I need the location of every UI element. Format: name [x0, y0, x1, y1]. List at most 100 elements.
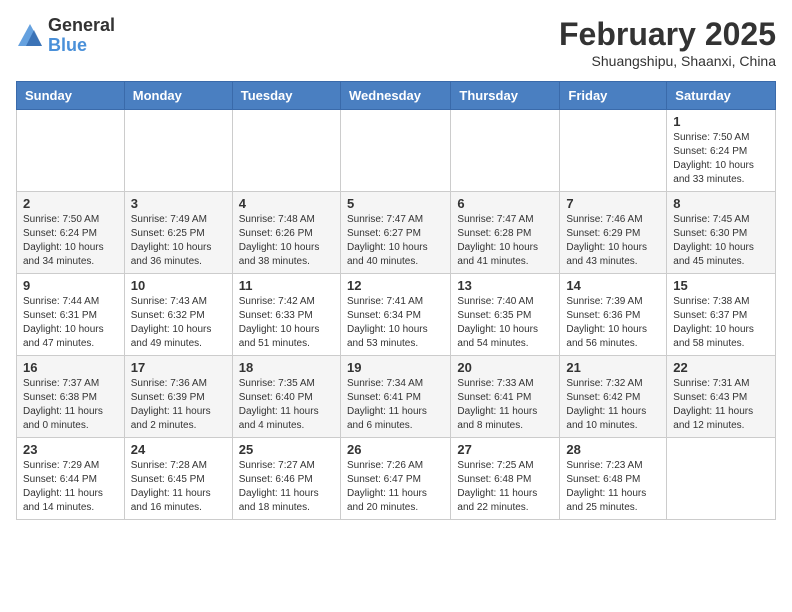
- day-info: Sunrise: 7:32 AMSunset: 6:42 PMDaylight:…: [566, 377, 660, 433]
- day-number: 4: [239, 196, 334, 211]
- day-number: 28: [566, 442, 660, 457]
- calendar-cell: [667, 438, 776, 520]
- day-number: 15: [673, 278, 769, 293]
- day-info: Sunrise: 7:39 AMSunset: 6:36 PMDaylight:…: [566, 295, 660, 351]
- calendar-cell: 24 Sunrise: 7:28 AMSunset: 6:45 PMDayligh…: [124, 438, 232, 520]
- weekday-header-row: SundayMondayTuesdayWednesdayThursdayFrid…: [17, 82, 776, 110]
- calendar-cell: 18 Sunrise: 7:35 AMSunset: 6:40 PMDayligh…: [232, 356, 340, 438]
- logo: General Blue: [16, 16, 115, 56]
- day-info: Sunrise: 7:37 AMSunset: 6:38 PMDaylight:…: [23, 377, 118, 433]
- calendar-cell: [124, 110, 232, 192]
- calendar-cell: 16Sunrise: 7:37 AMSunset: 6:38 PMDayligh…: [17, 356, 125, 438]
- calendar-cell: 26 Sunrise: 7:26 AMSunset: 6:47 PMDayligh…: [340, 438, 450, 520]
- day-number: 12: [347, 278, 444, 293]
- calendar-cell: 28 Sunrise: 7:23 AMSunset: 6:48 PMDayligh…: [560, 438, 667, 520]
- day-info: Sunrise: 7:44 AMSunset: 6:31 PMDaylight:…: [23, 295, 118, 351]
- day-number: 18: [239, 360, 334, 375]
- calendar-cell: 2Sunrise: 7:50 AMSunset: 6:24 PMDaylight…: [17, 192, 125, 274]
- day-number: 24: [131, 442, 226, 457]
- calendar-cell: 4 Sunrise: 7:48 AMSunset: 6:26 PMDaylight…: [232, 192, 340, 274]
- logo-general-text: General: [48, 16, 115, 36]
- calendar-week-row: 9 Sunrise: 7:44 AMSunset: 6:31 PMDaylight…: [17, 274, 776, 356]
- day-number: 3: [131, 196, 226, 211]
- day-number: 9: [23, 278, 118, 293]
- calendar-cell: 5 Sunrise: 7:47 AMSunset: 6:27 PMDaylight…: [340, 192, 450, 274]
- location: Shuangshipu, Shaanxi, China: [559, 53, 776, 69]
- day-info: Sunrise: 7:45 AMSunset: 6:30 PMDaylight:…: [673, 213, 769, 269]
- calendar-cell: 15 Sunrise: 7:38 AMSunset: 6:37 PMDayligh…: [667, 274, 776, 356]
- calendar-cell: 3 Sunrise: 7:49 AMSunset: 6:25 PMDaylight…: [124, 192, 232, 274]
- day-number: 2: [23, 196, 118, 211]
- logo-icon: [16, 22, 44, 50]
- day-info: Sunrise: 7:49 AMSunset: 6:25 PMDaylight:…: [131, 213, 226, 269]
- day-info: Sunrise: 7:46 AMSunset: 6:29 PMDaylight:…: [566, 213, 660, 269]
- day-info: Sunrise: 7:41 AMSunset: 6:34 PMDaylight:…: [347, 295, 444, 351]
- day-info: Sunrise: 7:25 AMSunset: 6:48 PMDaylight:…: [457, 459, 553, 515]
- calendar-week-row: 2Sunrise: 7:50 AMSunset: 6:24 PMDaylight…: [17, 192, 776, 274]
- calendar-cell: 11Sunrise: 7:42 AMSunset: 6:33 PMDayligh…: [232, 274, 340, 356]
- day-info: Sunrise: 7:47 AMSunset: 6:27 PMDaylight:…: [347, 213, 444, 269]
- day-number: 19: [347, 360, 444, 375]
- calendar-cell: 17 Sunrise: 7:36 AMSunset: 6:39 PMDayligh…: [124, 356, 232, 438]
- calendar-cell: 19 Sunrise: 7:34 AMSunset: 6:41 PMDayligh…: [340, 356, 450, 438]
- calendar-week-row: 1Sunrise: 7:50 AMSunset: 6:24 PMDaylight…: [17, 110, 776, 192]
- calendar-week-row: 23 Sunrise: 7:29 AMSunset: 6:44 PMDayligh…: [17, 438, 776, 520]
- day-number: 8: [673, 196, 769, 211]
- day-info: Sunrise: 7:47 AMSunset: 6:28 PMDaylight:…: [457, 213, 553, 269]
- calendar-cell: 14 Sunrise: 7:39 AMSunset: 6:36 PMDayligh…: [560, 274, 667, 356]
- day-info: Sunrise: 7:34 AMSunset: 6:41 PMDaylight:…: [347, 377, 444, 433]
- day-number: 13: [457, 278, 553, 293]
- day-info: Sunrise: 7:29 AMSunset: 6:44 PMDaylight:…: [23, 459, 118, 515]
- weekday-header-sunday: Sunday: [17, 82, 125, 110]
- page-header: General Blue February 2025 Shuangshipu, …: [16, 16, 776, 69]
- day-number: 21: [566, 360, 660, 375]
- day-number: 11: [239, 278, 334, 293]
- day-info: Sunrise: 7:26 AMSunset: 6:47 PMDaylight:…: [347, 459, 444, 515]
- calendar-cell: [340, 110, 450, 192]
- day-info: Sunrise: 7:36 AMSunset: 6:39 PMDaylight:…: [131, 377, 226, 433]
- day-number: 5: [347, 196, 444, 211]
- day-info: Sunrise: 7:28 AMSunset: 6:45 PMDaylight:…: [131, 459, 226, 515]
- weekday-header-monday: Monday: [124, 82, 232, 110]
- day-number: 26: [347, 442, 444, 457]
- calendar-cell: [232, 110, 340, 192]
- weekday-header-tuesday: Tuesday: [232, 82, 340, 110]
- day-info: Sunrise: 7:43 AMSunset: 6:32 PMDaylight:…: [131, 295, 226, 351]
- day-number: 25: [239, 442, 334, 457]
- calendar-cell: 6 Sunrise: 7:47 AMSunset: 6:28 PMDaylight…: [451, 192, 560, 274]
- calendar-cell: 9 Sunrise: 7:44 AMSunset: 6:31 PMDaylight…: [17, 274, 125, 356]
- calendar-cell: 23 Sunrise: 7:29 AMSunset: 6:44 PMDayligh…: [17, 438, 125, 520]
- day-number: 20: [457, 360, 553, 375]
- day-info: Sunrise: 7:38 AMSunset: 6:37 PMDaylight:…: [673, 295, 769, 351]
- day-info: Sunrise: 7:27 AMSunset: 6:46 PMDaylight:…: [239, 459, 334, 515]
- calendar-week-row: 16Sunrise: 7:37 AMSunset: 6:38 PMDayligh…: [17, 356, 776, 438]
- calendar-cell: 8 Sunrise: 7:45 AMSunset: 6:30 PMDaylight…: [667, 192, 776, 274]
- day-number: 14: [566, 278, 660, 293]
- day-number: 6: [457, 196, 553, 211]
- calendar-cell: 12 Sunrise: 7:41 AMSunset: 6:34 PMDayligh…: [340, 274, 450, 356]
- calendar-table: SundayMondayTuesdayWednesdayThursdayFrid…: [16, 81, 776, 520]
- day-info: Sunrise: 7:31 AMSunset: 6:43 PMDaylight:…: [673, 377, 769, 433]
- weekday-header-friday: Friday: [560, 82, 667, 110]
- day-info: Sunrise: 7:23 AMSunset: 6:48 PMDaylight:…: [566, 459, 660, 515]
- calendar-cell: 1Sunrise: 7:50 AMSunset: 6:24 PMDaylight…: [667, 110, 776, 192]
- day-number: 17: [131, 360, 226, 375]
- title-block: February 2025 Shuangshipu, Shaanxi, Chin…: [559, 16, 776, 69]
- calendar-cell: [451, 110, 560, 192]
- day-number: 7: [566, 196, 660, 211]
- day-info: Sunrise: 7:50 AMSunset: 6:24 PMDaylight:…: [673, 131, 769, 187]
- calendar-cell: 21 Sunrise: 7:32 AMSunset: 6:42 PMDayligh…: [560, 356, 667, 438]
- weekday-header-saturday: Saturday: [667, 82, 776, 110]
- calendar-cell: [17, 110, 125, 192]
- calendar-cell: 13 Sunrise: 7:40 AMSunset: 6:35 PMDayligh…: [451, 274, 560, 356]
- day-info: Sunrise: 7:40 AMSunset: 6:35 PMDaylight:…: [457, 295, 553, 351]
- calendar-cell: 25 Sunrise: 7:27 AMSunset: 6:46 PMDayligh…: [232, 438, 340, 520]
- day-info: Sunrise: 7:48 AMSunset: 6:26 PMDaylight:…: [239, 213, 334, 269]
- day-number: 23: [23, 442, 118, 457]
- calendar-cell: 10Sunrise: 7:43 AMSunset: 6:32 PMDayligh…: [124, 274, 232, 356]
- calendar-cell: 27Sunrise: 7:25 AMSunset: 6:48 PMDayligh…: [451, 438, 560, 520]
- calendar-cell: 22Sunrise: 7:31 AMSunset: 6:43 PMDayligh…: [667, 356, 776, 438]
- day-info: Sunrise: 7:33 AMSunset: 6:41 PMDaylight:…: [457, 377, 553, 433]
- day-info: Sunrise: 7:35 AMSunset: 6:40 PMDaylight:…: [239, 377, 334, 433]
- weekday-header-thursday: Thursday: [451, 82, 560, 110]
